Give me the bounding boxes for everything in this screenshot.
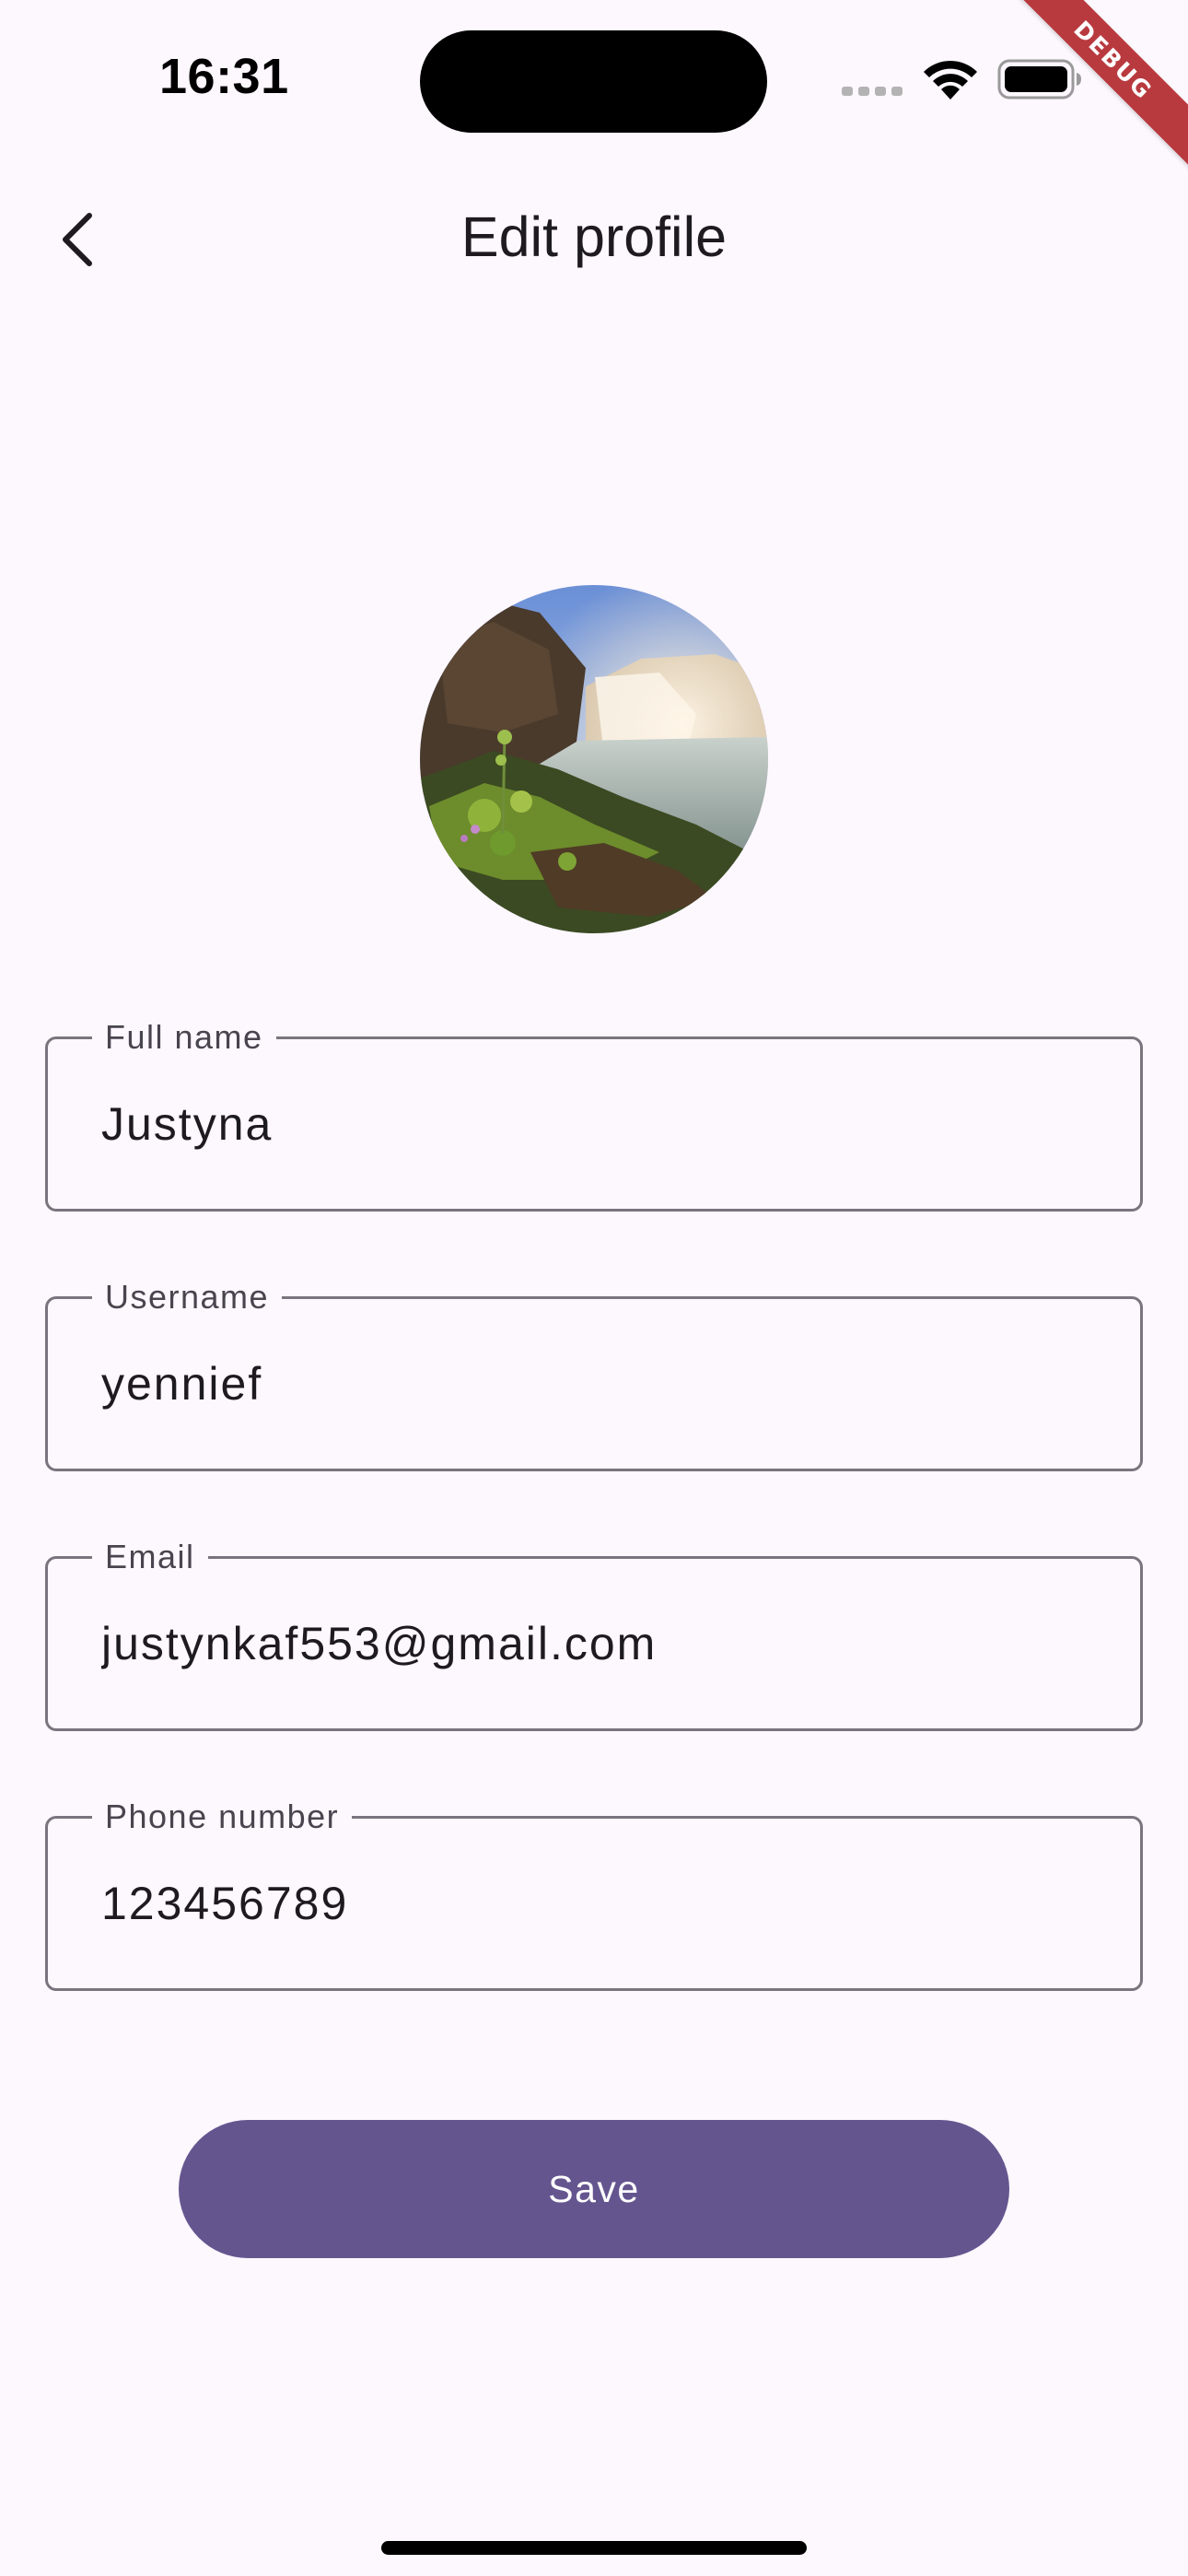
home-indicator[interactable] [381, 2541, 807, 2555]
avatar[interactable] [420, 585, 768, 933]
status-time: 16:31 [159, 49, 289, 104]
phone-number-input[interactable] [101, 1819, 1096, 1988]
profile-photo [420, 585, 768, 933]
save-button[interactable]: Save [179, 2120, 1009, 2258]
page-title: Edit profile [460, 205, 728, 268]
phone-number-field[interactable]: Phone number [45, 1797, 1143, 1991]
email-field[interactable]: Email [45, 1537, 1143, 1731]
wifi-icon [924, 60, 977, 100]
cellular-signal-icon [842, 87, 904, 96]
username-input[interactable] [101, 1299, 1096, 1469]
full-name-input[interactable] [101, 1039, 1096, 1209]
username-field[interactable]: Username [45, 1277, 1143, 1471]
edit-profile-screen: 16:31 DEBUG Edit profile Full name Justy… [0, 0, 1188, 2576]
email-input[interactable] [101, 1559, 1096, 1728]
battery-icon [997, 59, 1081, 100]
dynamic-island [420, 30, 767, 133]
full-name-field[interactable]: Full name [45, 1017, 1143, 1212]
